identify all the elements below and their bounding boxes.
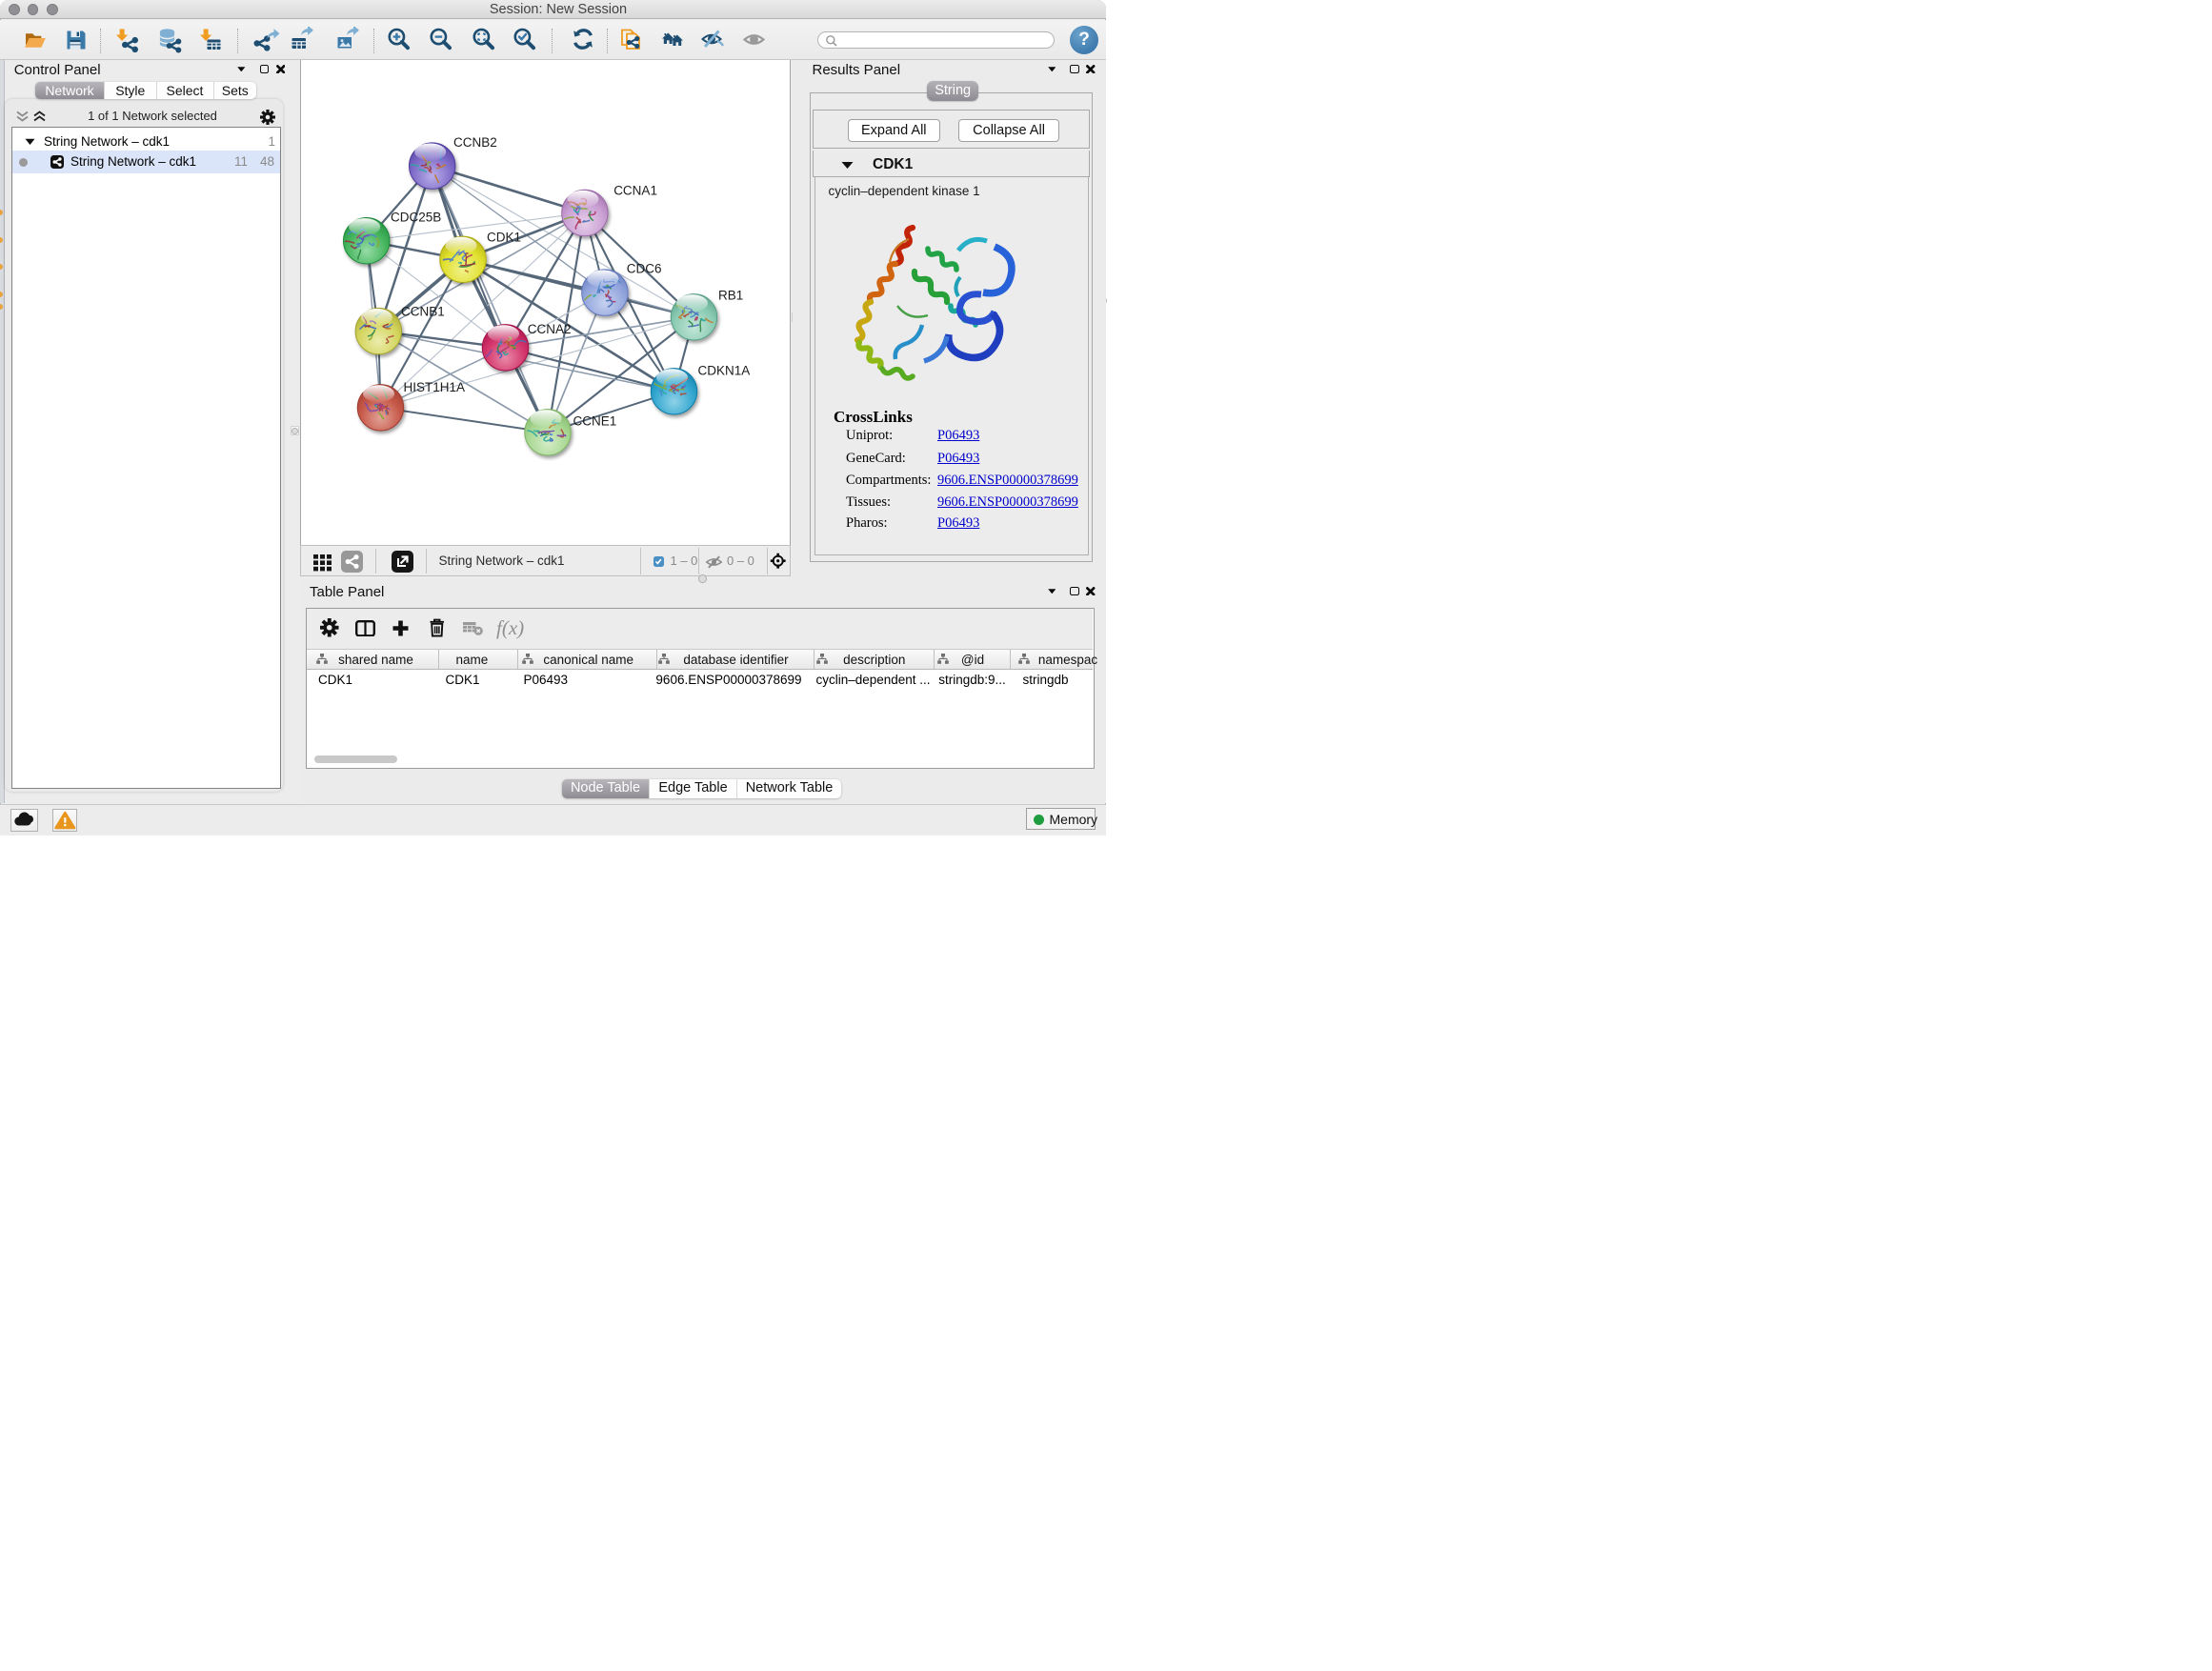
svg-text:CCNB2: CCNB2: [453, 135, 497, 150]
svg-text:CCNB1: CCNB1: [401, 305, 445, 319]
svg-text:HIST1H1A: HIST1H1A: [403, 380, 465, 394]
svg-text:RB1: RB1: [718, 289, 743, 303]
svg-text:CDK1: CDK1: [487, 231, 521, 245]
svg-text:CCNE1: CCNE1: [573, 414, 616, 429]
svg-text:CDKN1A: CDKN1A: [697, 364, 750, 378]
svg-text:CCNA2: CCNA2: [527, 322, 571, 336]
svg-text:CDC6: CDC6: [626, 262, 661, 276]
svg-text:CDC25B: CDC25B: [391, 211, 441, 225]
svg-text:CCNA1: CCNA1: [613, 184, 657, 198]
